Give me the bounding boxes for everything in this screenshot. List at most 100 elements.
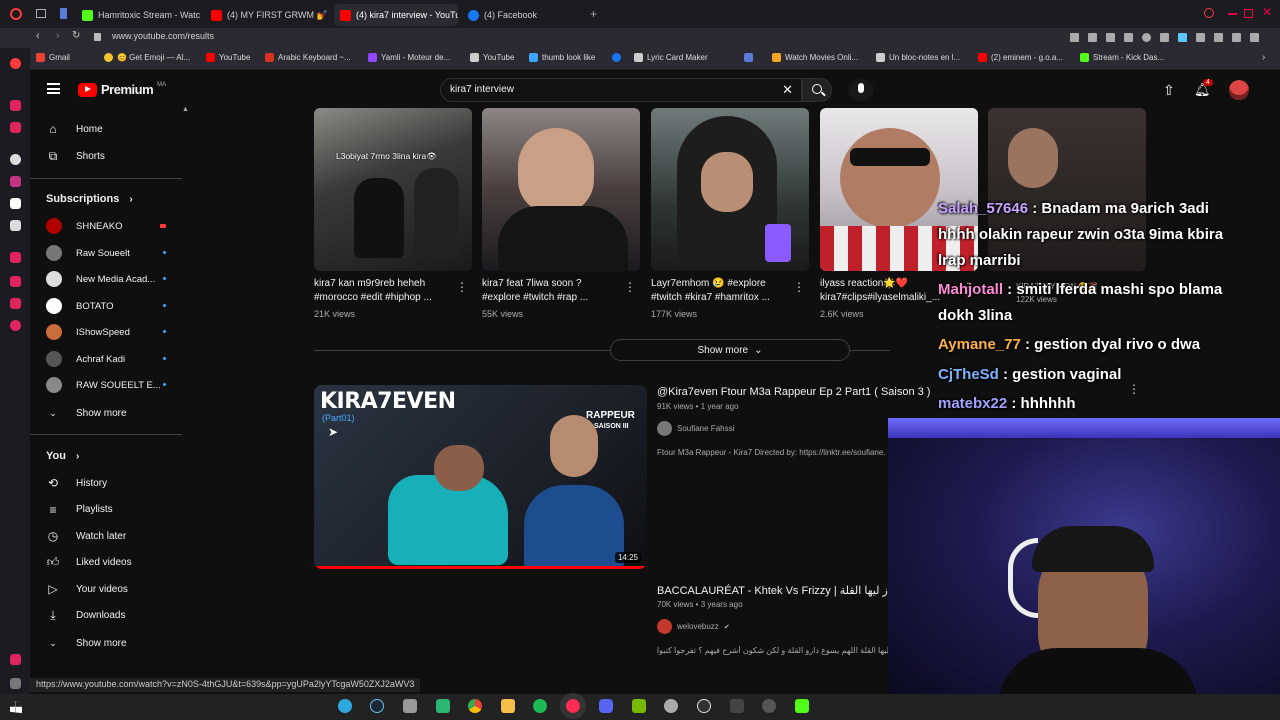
edge-icon[interactable] bbox=[338, 699, 352, 713]
chatgpt-icon[interactable] bbox=[10, 154, 21, 165]
chrome-icon[interactable] bbox=[468, 699, 482, 713]
tab-grid-icon[interactable] bbox=[36, 9, 46, 18]
app-icon[interactable] bbox=[436, 699, 450, 713]
bookmark-youtube[interactable]: YouTube bbox=[206, 53, 250, 62]
discord-icon[interactable] bbox=[599, 699, 613, 713]
short-title[interactable]: kira7 feat 7liwa soon ? #explore #twitch… bbox=[482, 277, 622, 305]
short-menu-icon[interactable]: ⋮ bbox=[456, 280, 468, 294]
tiktok-icon[interactable] bbox=[10, 198, 21, 209]
messenger-icon[interactable] bbox=[10, 100, 21, 111]
instagram-icon-2[interactable] bbox=[10, 176, 21, 187]
opera-gx-icon[interactable] bbox=[560, 693, 586, 719]
instagram-icon[interactable] bbox=[10, 122, 21, 133]
spotify-icon[interactable] bbox=[533, 699, 547, 713]
settings-icon[interactable] bbox=[10, 320, 21, 331]
bookmark-arabic-keyboard[interactable]: Arabic Keyboard ~... bbox=[265, 53, 351, 62]
video-menu-icon[interactable]: ⋮ bbox=[1128, 382, 1140, 396]
browser-menu-icon[interactable] bbox=[10, 8, 22, 20]
obs-icon[interactable] bbox=[697, 699, 711, 713]
bookmark-bloc-notes[interactable]: Un bloc-notes en l... bbox=[876, 53, 960, 62]
more-icon[interactable] bbox=[10, 678, 21, 689]
bookmark-blank[interactable] bbox=[744, 53, 753, 62]
bookmark-eminem[interactable]: (2) eminem - g.o.a... bbox=[978, 53, 1063, 62]
subscription-item[interactable]: Raw Soueelt bbox=[46, 245, 166, 261]
short-menu-icon[interactable]: ⋮ bbox=[624, 280, 636, 294]
app-icon[interactable] bbox=[664, 699, 678, 713]
sidebar-item-home[interactable]: ⌂ Home bbox=[46, 120, 102, 138]
search-input[interactable]: kira7 interview ✕ bbox=[440, 78, 802, 102]
subscription-item[interactable]: RAW SOUEELT E... bbox=[46, 377, 166, 393]
folder-icon[interactable] bbox=[501, 699, 515, 713]
app-icon[interactable] bbox=[403, 699, 417, 713]
tab-kira7-interview[interactable]: (4) kira7 interview - YouTu bbox=[334, 4, 458, 26]
hamburger-menu-icon[interactable] bbox=[47, 83, 60, 94]
bookmark-gmail[interactable]: Gmail bbox=[36, 53, 70, 62]
bookmark-yamli[interactable]: Yamli - Moteur de... bbox=[368, 53, 450, 62]
sidebar-item-liked-videos[interactable]: 👍︎ Liked videos bbox=[46, 554, 132, 572]
channel-link-2[interactable]: welovebuzz ✔ bbox=[657, 619, 730, 634]
voice-search-button[interactable] bbox=[848, 79, 874, 101]
sidebar-item-shorts[interactable]: ⧉ Shorts bbox=[46, 147, 105, 165]
short-thumbnail-2[interactable] bbox=[482, 108, 640, 271]
tab-facebook[interactable]: (4) Facebook bbox=[462, 4, 586, 26]
sidebar-item-history[interactable]: ⟲ History bbox=[46, 474, 107, 492]
subscription-item[interactable]: IShowSpeed bbox=[46, 324, 166, 340]
video-title-1[interactable]: @Kira7even Ftour M3a Rappeur Ep 2 Part1 … bbox=[657, 386, 930, 398]
download-icon[interactable] bbox=[10, 298, 21, 309]
search-tabs-icon[interactable] bbox=[1204, 8, 1214, 18]
video-thumbnail-1[interactable]: KIRA7EVEN (Part01) RAPPEUR SAISON III ➤ … bbox=[314, 385, 647, 569]
aria-icon[interactable] bbox=[10, 58, 21, 69]
sidebar-item-playlists[interactable]: ≡ Playlists bbox=[46, 501, 112, 519]
subscriptions-heading[interactable]: Subscriptions › bbox=[46, 193, 133, 205]
tab-sidebar-icon[interactable] bbox=[60, 8, 67, 19]
sidebar-show-more-2[interactable]: ⌄ Show more bbox=[46, 634, 126, 652]
nvidia-icon[interactable] bbox=[632, 699, 646, 713]
bookmarks-overflow-icon[interactable]: › bbox=[1262, 52, 1265, 63]
reload-icon[interactable]: ↻ bbox=[72, 30, 80, 41]
player-icon[interactable] bbox=[10, 252, 21, 263]
sidebar-item-downloads[interactable]: ⤓ Downloads bbox=[46, 607, 125, 625]
app-icon[interactable] bbox=[730, 699, 744, 713]
bookmark-watch-movies[interactable]: Watch Movies Onli... bbox=[772, 53, 858, 62]
bookmark-lyric-card[interactable]: Lyric Card Maker bbox=[634, 53, 708, 62]
search-button[interactable] bbox=[802, 78, 832, 102]
bookmark-youtube-2[interactable]: YouTube bbox=[470, 53, 514, 62]
sidebar-item-your-videos[interactable]: ▷ Your videos bbox=[46, 580, 128, 598]
bookmark-facebook[interactable] bbox=[612, 53, 621, 62]
back-icon[interactable]: ‹ bbox=[36, 30, 40, 42]
url-text[interactable]: www.youtube.com/results bbox=[112, 31, 214, 41]
short-title[interactable]: Layr7emhom 😢 #explore #twitch #kira7 #ha… bbox=[651, 277, 791, 305]
subscription-item[interactable]: Achraf Kadi bbox=[46, 351, 166, 367]
extension-icons[interactable] bbox=[1070, 33, 1270, 43]
forward-icon[interactable]: › bbox=[56, 30, 60, 42]
sidebar-item-watch-later[interactable]: ◷ Watch later bbox=[46, 527, 126, 545]
upload-icon[interactable]: ⇧ bbox=[1163, 82, 1175, 99]
subscription-item[interactable]: BOTATO bbox=[46, 298, 166, 314]
app-icon[interactable] bbox=[762, 699, 776, 713]
sidebar-scroll-up-icon[interactable]: ▲ bbox=[182, 106, 189, 113]
clear-search-icon[interactable]: ✕ bbox=[782, 82, 793, 98]
video-title-2[interactable]: BACCALAURÉAT - Khtek Vs Frizzy | ز ليها … bbox=[657, 584, 889, 597]
new-tab-icon[interactable]: + bbox=[590, 7, 597, 21]
sidebar-show-more[interactable]: ⌄ Show more bbox=[46, 404, 126, 422]
maximize-icon[interactable] bbox=[1244, 9, 1253, 18]
tab-hamritoxic[interactable]: Hamritoxic Stream - Watc bbox=[76, 4, 204, 26]
youtube-logo[interactable]: Premium MA bbox=[78, 82, 166, 97]
show-more-shorts-button[interactable]: Show more ⌄ bbox=[610, 339, 850, 361]
short-thumbnail-1[interactable]: L3obiyat 7rmo 3lina kira👁 bbox=[314, 108, 472, 271]
history-icon[interactable] bbox=[10, 276, 21, 287]
steam-icon[interactable] bbox=[370, 699, 384, 713]
extensions-icon[interactable] bbox=[10, 654, 21, 665]
short-title[interactable]: kira7 kan m9r9reb heheh #morocco #edit #… bbox=[314, 277, 454, 305]
subscription-item[interactable]: New Media Acad... bbox=[46, 271, 166, 287]
bookmark-kick[interactable]: Stream - Kick Das... bbox=[1080, 53, 1164, 62]
close-window-icon[interactable]: ✕ bbox=[1262, 5, 1272, 19]
tab-grwm[interactable]: (4) MY FIRST GRWM 💅 bbox=[205, 4, 329, 26]
you-heading[interactable]: You › bbox=[46, 450, 79, 462]
short-thumbnail-3[interactable] bbox=[651, 108, 809, 271]
channel-link-1[interactable]: Soufiane Fahssi bbox=[657, 421, 734, 436]
minimize-icon[interactable] bbox=[1228, 13, 1237, 15]
bookmark-thumb[interactable]: thumb look like bbox=[529, 53, 595, 62]
start-icon[interactable] bbox=[10, 701, 22, 713]
subscription-item[interactable]: SHNEAKO bbox=[46, 218, 166, 234]
